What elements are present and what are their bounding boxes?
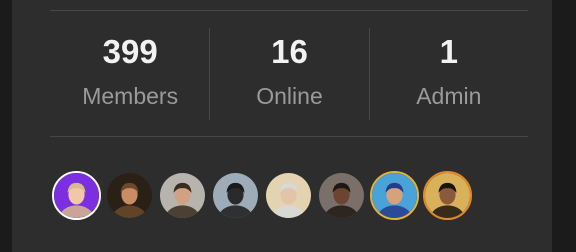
member-avatar-5[interactable] xyxy=(264,171,313,220)
stat-admin-value: 1 xyxy=(439,33,458,70)
stat-online[interactable]: 16 Online xyxy=(210,28,368,120)
stat-members-value: 399 xyxy=(102,33,158,70)
member-avatar-7[interactable] xyxy=(370,171,419,220)
top-divider xyxy=(50,10,528,11)
stat-members-label: Members xyxy=(82,83,179,109)
avatar-photo xyxy=(372,173,417,218)
member-avatar-3[interactable] xyxy=(158,171,207,220)
member-avatar-2[interactable] xyxy=(105,171,154,220)
avatar-photo xyxy=(213,173,258,218)
stat-admin[interactable]: 1 Admin xyxy=(370,28,528,120)
avatar-photo xyxy=(266,173,311,218)
stat-admin-label: Admin xyxy=(416,83,482,109)
avatar-photo xyxy=(425,173,470,218)
stat-online-label: Online xyxy=(256,83,323,109)
stat-members[interactable]: 399 Members xyxy=(51,28,209,120)
member-avatar-4[interactable] xyxy=(211,171,260,220)
avatar-photo xyxy=(319,173,364,218)
bottom-divider xyxy=(50,136,528,137)
member-avatar-1[interactable] xyxy=(52,171,101,220)
member-avatars-row xyxy=(52,171,476,220)
avatar-photo xyxy=(160,173,205,218)
avatar-photo xyxy=(54,173,99,218)
stat-online-value: 16 xyxy=(271,33,308,70)
avatar-photo xyxy=(107,173,152,218)
group-stats-panel: 399 Members 16 Online 1 Admin xyxy=(12,0,552,252)
member-avatar-6[interactable] xyxy=(317,171,366,220)
stats-row: 399 Members 16 Online 1 Admin xyxy=(51,28,528,120)
member-avatar-8[interactable] xyxy=(423,171,472,220)
